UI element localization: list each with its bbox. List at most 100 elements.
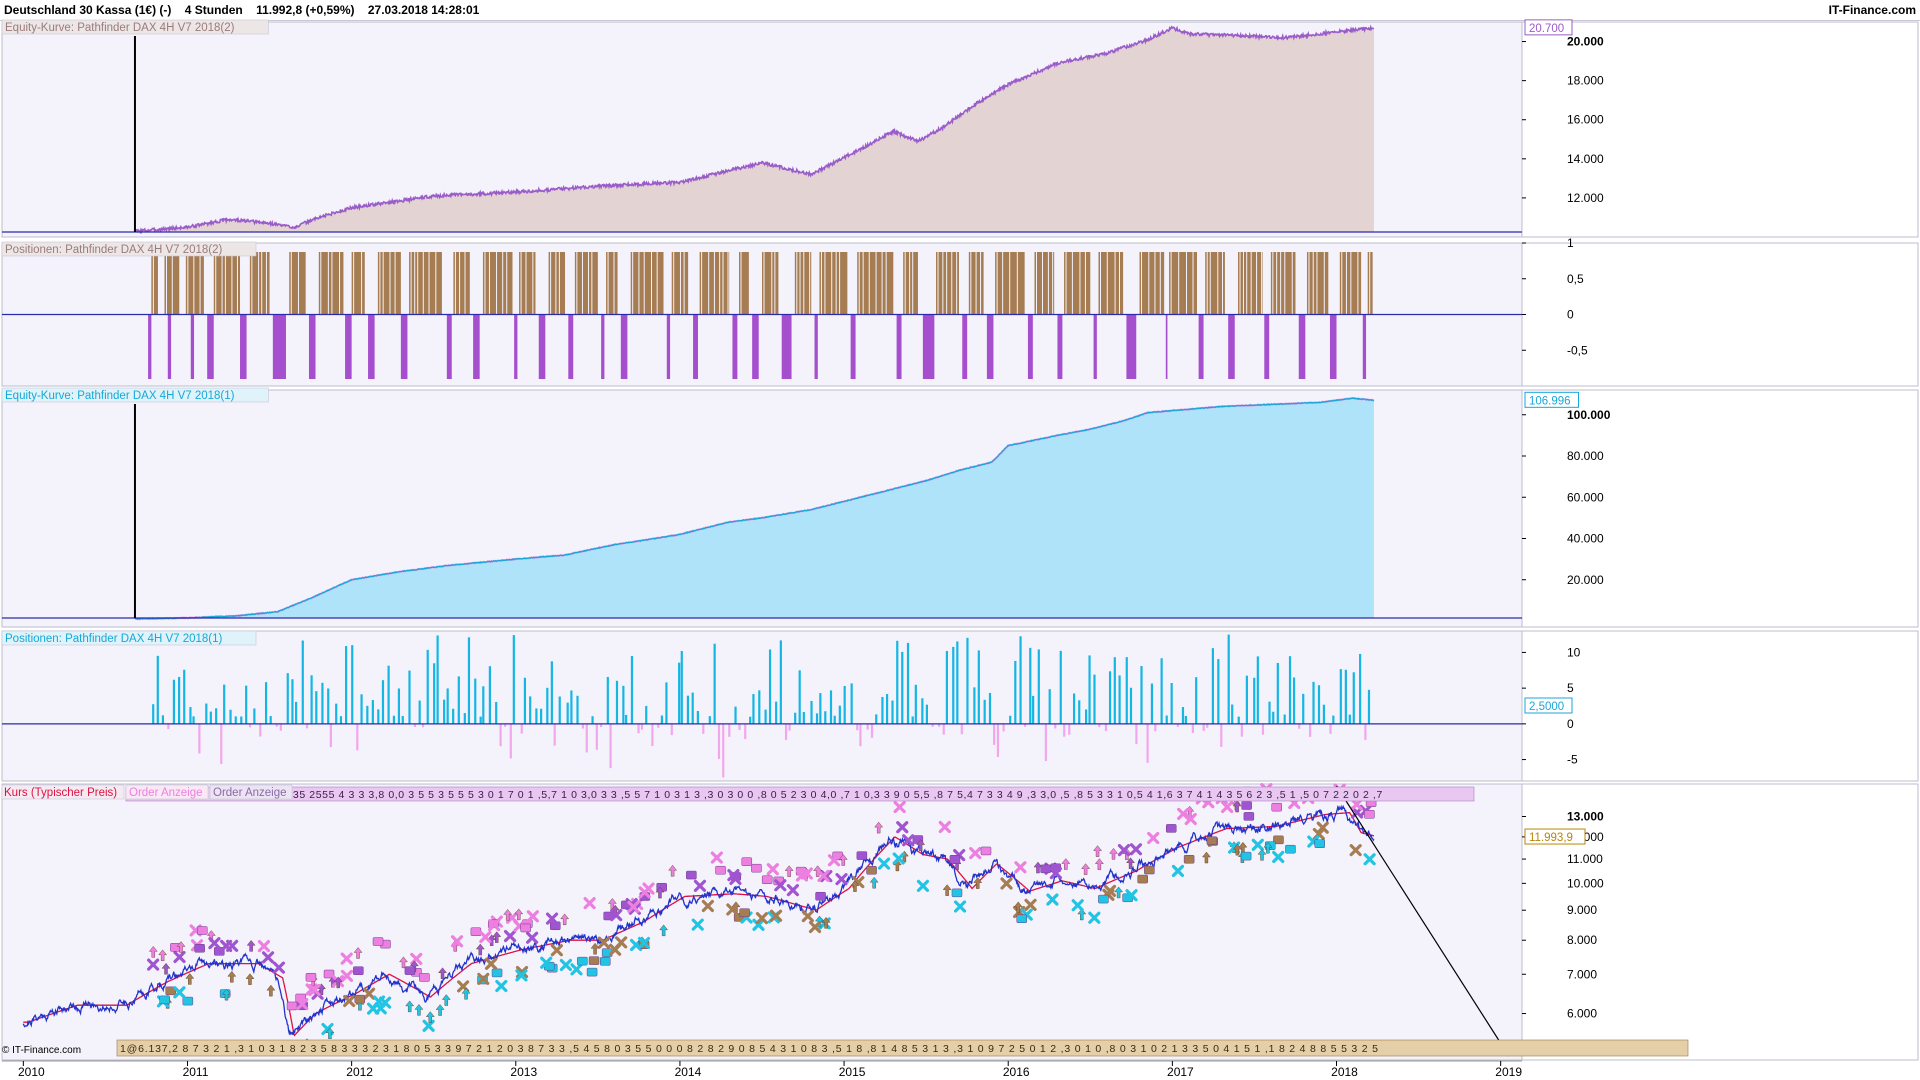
panel-5-y-tick-label: 9.000 [1567, 903, 1597, 917]
position2-short-block [666, 314, 671, 379]
position1-long-bar [815, 713, 819, 724]
position1-long-bar [1108, 671, 1112, 724]
position1-short-bar [942, 723, 945, 735]
order-marker-box [980, 846, 992, 856]
position1-long-bar [1367, 689, 1371, 724]
position1-long-bar [1332, 715, 1335, 724]
position1-long-bar [615, 680, 619, 724]
position1-long-bar [713, 643, 716, 724]
chart-canvas[interactable]: 12.00014.00016.00018.00020.00020.700Equi… [0, 0, 1920, 1080]
position2-short-block [1362, 314, 1367, 379]
position1-long-bar [952, 646, 955, 724]
position1-long-bar [1317, 685, 1321, 724]
panel-2-axis [1521, 242, 1919, 387]
position1-long-bar [540, 708, 543, 724]
position1-long-bar [215, 708, 218, 724]
position1-long-bar [546, 687, 549, 724]
position1-long-bar [269, 716, 272, 724]
position1-long-bar [645, 705, 648, 724]
position1-long-bar [156, 655, 159, 724]
position2-short-block [538, 314, 546, 379]
panel-3-y-tick-label: 80.000 [1567, 449, 1604, 463]
position2-long-block [1306, 252, 1329, 315]
position1-short-bar [499, 723, 502, 747]
order-marker-box [1206, 836, 1218, 845]
position1-long-bar [1032, 695, 1035, 724]
position2-long-block [1034, 252, 1055, 315]
panel-5-y-tick-label: 10.000 [1567, 876, 1604, 890]
position1-short-bar [1154, 723, 1157, 732]
order-marker-box [194, 944, 205, 953]
position1-long-bar [665, 682, 668, 724]
position1-long-bar [1029, 647, 1032, 724]
panel-1-y-tick-label: 16.000 [1567, 113, 1604, 127]
order-marker-box [586, 967, 598, 977]
position2-short-block [986, 314, 994, 379]
position1-long-bar [1088, 655, 1091, 724]
position1-long-bar [566, 702, 569, 724]
position2-long-block [857, 252, 894, 315]
position1-long-bar [775, 701, 778, 724]
position2-long-block [739, 252, 749, 315]
panel-2-y-tick-label: 1 [1567, 236, 1574, 250]
order-marker-box [286, 1001, 298, 1011]
position1-long-bar [708, 716, 711, 724]
position1-short-bar [356, 723, 359, 751]
position1-long-bar [606, 676, 609, 724]
position1-long-bar [479, 716, 482, 724]
position1-long-bar [463, 713, 466, 724]
position1-long-bar [802, 712, 805, 724]
position1-long-bar [966, 637, 969, 724]
panel-4-title: Positionen: Pathfinder DAX 4H V7 2018(1) [5, 633, 223, 645]
position1-long-bar [1165, 715, 1168, 724]
position2-long-block [1238, 252, 1263, 315]
position1-long-bar [512, 635, 515, 724]
order-marker-box [1040, 864, 1051, 874]
x-tick-label: 2016 [1003, 1065, 1030, 1079]
position1-short-bar [993, 723, 996, 745]
position1-long-bar [392, 715, 396, 724]
position1-long-bar [1170, 683, 1173, 724]
position1-long-bar [625, 714, 628, 724]
position1-short-bar [1202, 723, 1205, 731]
panel-5-y-tick-label: 7.000 [1567, 967, 1597, 981]
position1-long-bar [1129, 687, 1133, 724]
panel-2-y-tick-label: -0,5 [1567, 343, 1588, 357]
position1-long-bar [457, 676, 460, 724]
position1-short-bar [996, 723, 1000, 757]
order-marker-box [1144, 865, 1155, 875]
position1-short-bar [609, 723, 612, 769]
panel-5-y-tick-label: 11.000 [1567, 852, 1603, 866]
position1-short-bar [637, 723, 640, 734]
position1-short-bar [717, 723, 721, 759]
position1-short-bar [1146, 723, 1149, 763]
position1-long-bar [205, 703, 208, 724]
position1-long-bar [819, 693, 822, 724]
position1-long-bar [418, 700, 421, 724]
position1-long-bar [529, 696, 532, 724]
position1-long-bar [387, 665, 390, 724]
panel-4-current-value: 2,5000 [1529, 701, 1564, 713]
position1-short-bar [784, 723, 788, 741]
order-marker-box [1137, 874, 1148, 884]
position2-long-block [819, 252, 848, 315]
position1-long-bar [1352, 672, 1355, 724]
position1-short-bar [509, 723, 512, 759]
position2-short-block [368, 314, 375, 379]
position1-short-bar [329, 723, 332, 748]
panel-5-y-tick-label: 6.000 [1567, 1007, 1597, 1021]
position1-long-bar [1037, 649, 1040, 724]
position1-short-bar [960, 723, 963, 735]
position2-short-block [922, 314, 935, 379]
position1-long-bar [696, 711, 699, 724]
order-strip-top-text: 2135 2555 4 3 3 3,8 0,0 3 5 5 3 5 5 5 3 … [280, 789, 1383, 801]
order-marker-box [491, 968, 503, 978]
position1-long-bar [535, 708, 538, 724]
position1-short-bar [1054, 723, 1057, 729]
position2-long-block [409, 252, 442, 315]
position1-long-bar [295, 701, 298, 724]
position1-short-bar [553, 723, 556, 746]
position1-short-bar [788, 723, 791, 731]
panel-3-y-tick-label: 60.000 [1567, 490, 1604, 504]
position2-short-block [1298, 314, 1306, 379]
